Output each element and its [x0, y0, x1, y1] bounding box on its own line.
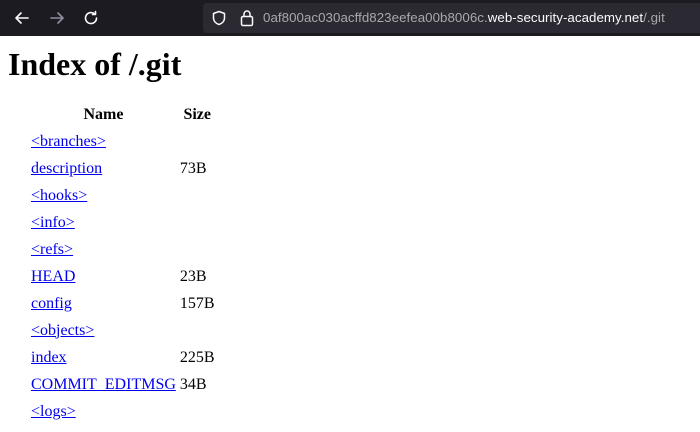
- url-subdomain: 0af800ac030acffd823eefea00b8006c.: [263, 10, 488, 25]
- url-text[interactable]: 0af800ac030acffd823eefea00b8006c.web-sec…: [263, 10, 665, 26]
- entry-link[interactable]: <info>: [31, 214, 75, 231]
- row-icon-cell: [10, 210, 28, 235]
- url-path: /.git: [643, 10, 665, 25]
- row-icon-cell: [10, 372, 28, 397]
- name-cell: index: [30, 345, 177, 370]
- icon-column-header: [10, 102, 28, 127]
- directory-listing: Name Size <branches> description 73B <hooks…: [8, 100, 218, 426]
- listing-body: <branches> description 73B <hooks> <info> <re…: [10, 129, 216, 424]
- url-domain: web-security-academy.net: [487, 10, 644, 25]
- name-cell: config: [30, 291, 177, 316]
- size-cell: 73B: [179, 159, 207, 177]
- table-row: <objects>: [10, 318, 216, 343]
- size-cell: [179, 237, 216, 262]
- reload-button[interactable]: [79, 6, 103, 30]
- table-row: description 73B: [10, 156, 216, 181]
- name-column-header: Name: [83, 105, 124, 123]
- row-icon-cell: [10, 129, 28, 154]
- header-row: Name Size: [10, 102, 216, 127]
- name-cell: <branches>: [30, 129, 177, 154]
- entry-link[interactable]: config: [31, 295, 72, 312]
- table-row: <info>: [10, 210, 216, 235]
- entry-link[interactable]: <hooks>: [31, 187, 87, 204]
- size-column-header: Size: [183, 105, 211, 123]
- arrow-right-icon: [50, 12, 64, 24]
- name-cell: <refs>: [30, 237, 177, 262]
- name-cell: <logs>: [30, 399, 177, 424]
- shield-icon[interactable]: [211, 10, 227, 26]
- entry-link[interactable]: <refs>: [31, 241, 73, 258]
- browser-toolbar: 0af800ac030acffd823eefea00b8006c.web-sec…: [0, 0, 700, 36]
- name-cell: COMMIT_EDITMSG: [30, 372, 177, 397]
- url-bar[interactable]: 0af800ac030acffd823eefea00b8006c.web-sec…: [203, 3, 700, 33]
- name-cell: <hooks>: [30, 183, 177, 208]
- row-icon-cell: [10, 156, 28, 181]
- entry-link[interactable]: COMMIT_EDITMSG: [31, 376, 176, 393]
- size-cell: [179, 318, 216, 343]
- arrow-left-icon: [15, 12, 29, 24]
- table-row: <hooks>: [10, 183, 216, 208]
- table-row: <logs>: [10, 399, 216, 424]
- table-row: config 157B: [10, 291, 216, 316]
- table-row: HEAD 23B: [10, 264, 216, 289]
- entry-link[interactable]: index: [31, 349, 67, 366]
- entry-link[interactable]: description: [31, 160, 102, 177]
- size-cell: [179, 210, 216, 235]
- size-cell: 225B: [179, 348, 215, 366]
- entry-link[interactable]: <objects>: [31, 322, 94, 339]
- lock-icon[interactable]: [239, 9, 255, 27]
- size-cell: [179, 399, 216, 424]
- entry-link[interactable]: HEAD: [31, 268, 75, 285]
- name-cell: <info>: [30, 210, 177, 235]
- row-icon-cell: [10, 291, 28, 316]
- table-row: <refs>: [10, 237, 216, 262]
- row-icon-cell: [10, 237, 28, 262]
- row-icon-cell: [10, 345, 28, 370]
- row-icon-cell: [10, 318, 28, 343]
- size-cell: [179, 183, 216, 208]
- reload-icon: [84, 10, 98, 25]
- size-cell: [179, 129, 216, 154]
- table-row: index 225B: [10, 345, 216, 370]
- table-row: <branches>: [10, 129, 216, 154]
- name-cell: HEAD: [30, 264, 177, 289]
- entry-link[interactable]: <branches>: [31, 133, 106, 150]
- entry-link[interactable]: <logs>: [31, 403, 76, 420]
- row-icon-cell: [10, 264, 28, 289]
- back-button[interactable]: [10, 6, 34, 30]
- size-cell: 157B: [179, 294, 215, 312]
- name-cell: description: [30, 156, 177, 181]
- size-cell: 34B: [179, 375, 207, 393]
- size-cell: 23B: [179, 267, 207, 285]
- page-title: Index of /.git: [8, 46, 182, 82]
- name-cell: <objects>: [30, 318, 177, 343]
- row-icon-cell: [10, 399, 28, 424]
- row-icon-cell: [10, 183, 28, 208]
- table-row: COMMIT_EDITMSG 34B: [10, 372, 216, 397]
- forward-button[interactable]: [45, 6, 69, 30]
